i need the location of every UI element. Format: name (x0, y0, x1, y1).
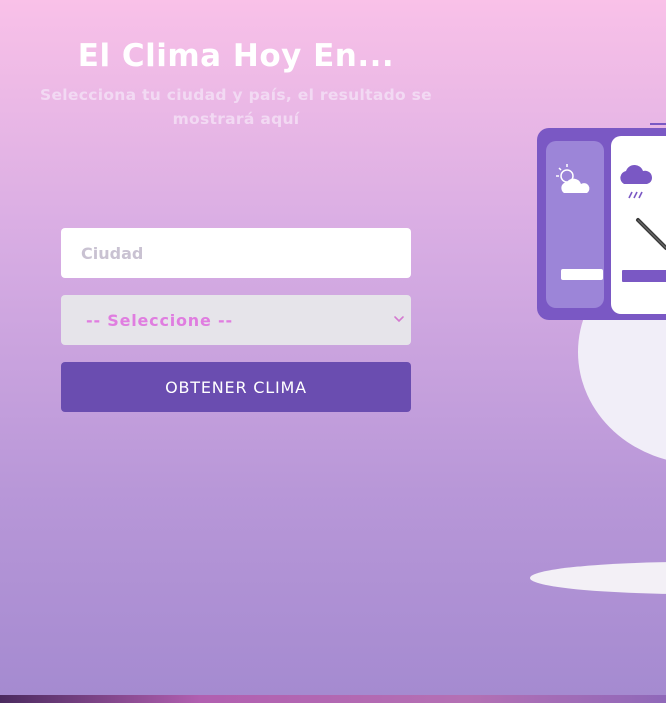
forecast-card-1-bar (561, 269, 603, 280)
forecast-card-2 (611, 136, 666, 314)
country-select-value: -- Seleccione -- (86, 310, 233, 330)
city-input[interactable] (61, 228, 411, 278)
get-weather-button-label: OBTENER CLIMA (165, 377, 307, 397)
rain-cloud-icon (620, 164, 653, 199)
chevron-down-icon (394, 316, 404, 323)
bottom-border (0, 695, 666, 703)
country-select[interactable]: -- Seleccione -- (61, 295, 411, 345)
partly-cloudy-icon (556, 164, 590, 193)
forecast-card-2-bar (622, 270, 666, 282)
background-blob (578, 244, 666, 460)
page-title: El Clima Hoy En... (77, 38, 395, 74)
forecast-card-1 (546, 141, 604, 308)
page-subtitle: Selecciona tu ciudad y país, el resultad… (40, 86, 432, 128)
pen-icon (636, 218, 666, 250)
weather-device (537, 128, 666, 320)
ground-shadow (530, 562, 666, 594)
get-weather-button[interactable]: OBTENER CLIMA (61, 362, 411, 412)
